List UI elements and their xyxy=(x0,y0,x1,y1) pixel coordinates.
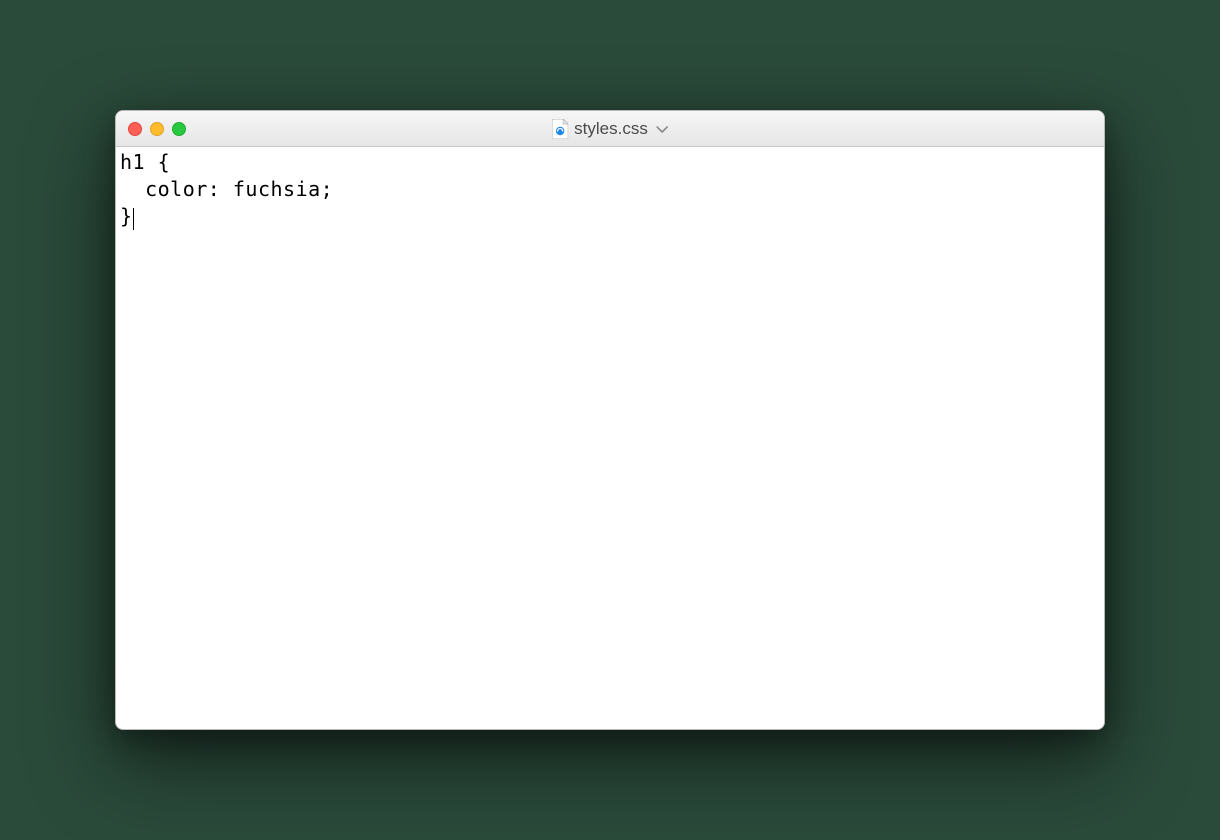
code-line: h1 { xyxy=(120,150,170,174)
editor-window: styles.css h1 { color: fuchsia; } xyxy=(115,110,1105,730)
minimize-button[interactable] xyxy=(150,122,164,136)
close-button[interactable] xyxy=(128,122,142,136)
traffic-lights xyxy=(128,122,186,136)
text-cursor xyxy=(133,208,134,230)
maximize-button[interactable] xyxy=(172,122,186,136)
window-title: styles.css xyxy=(574,119,648,139)
titlebar[interactable]: styles.css xyxy=(116,111,1104,147)
code-line: } xyxy=(120,204,133,228)
code-line: color: fuchsia; xyxy=(120,177,333,201)
text-editor[interactable]: h1 { color: fuchsia; } xyxy=(116,147,1104,729)
chevron-down-icon[interactable] xyxy=(656,121,668,137)
file-icon xyxy=(552,119,568,139)
title-container[interactable]: styles.css xyxy=(552,119,668,139)
